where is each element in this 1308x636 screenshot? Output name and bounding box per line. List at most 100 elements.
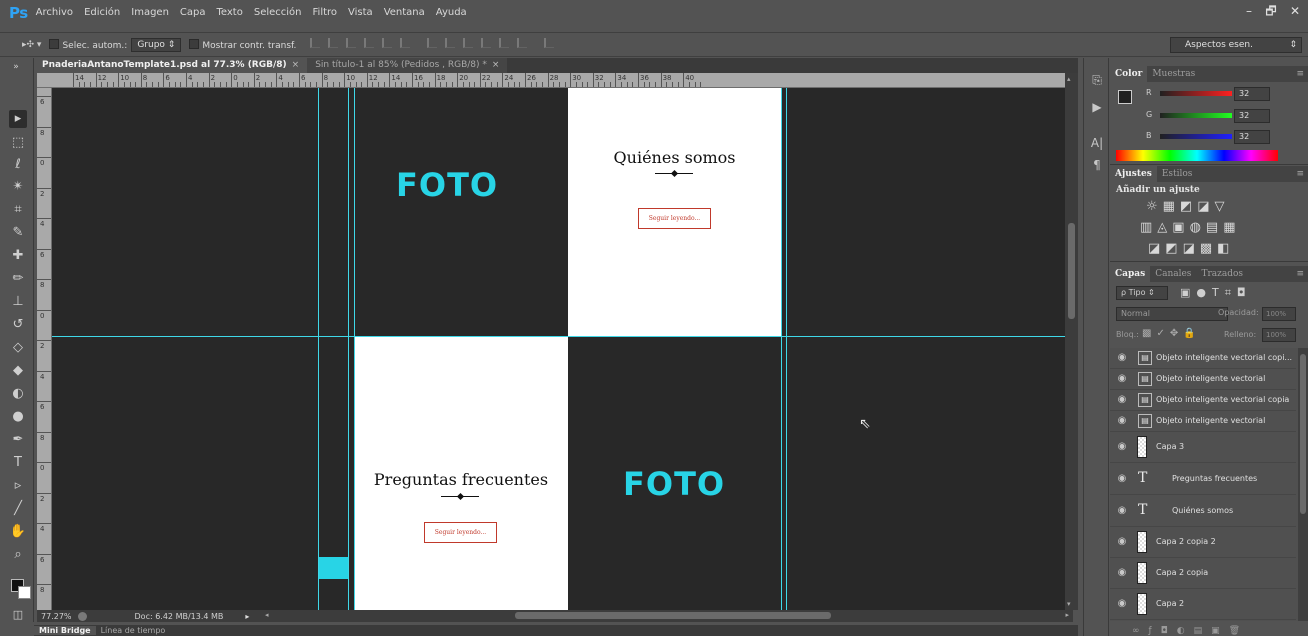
- eye-icon[interactable]: ◉: [1116, 415, 1128, 427]
- tab-layers[interactable]: Capas: [1110, 266, 1151, 282]
- menu-seleccion[interactable]: Selección: [254, 7, 302, 18]
- eye-icon[interactable]: ◉: [1116, 441, 1128, 453]
- tab-channels[interactable]: Canales: [1150, 269, 1196, 279]
- tab-mini-bridge[interactable]: Mini Bridge: [34, 626, 96, 635]
- show-transform-toggle[interactable]: Mostrar contr. transf.: [189, 38, 296, 51]
- pen-tool-icon[interactable]: ✒: [9, 431, 27, 449]
- blend-mode-dropdown[interactable]: Normal: [1116, 307, 1228, 321]
- layer-row[interactable]: ◉ ▤ Objeto inteligente vectorial: [1110, 369, 1296, 390]
- layer-row[interactable]: ◉ ▤ Objeto inteligente vectorial copia: [1110, 390, 1296, 411]
- menu-vista[interactable]: Vista: [348, 7, 373, 18]
- layer-row[interactable]: ◉ Capa 2 copia 2: [1110, 527, 1296, 558]
- eye-icon[interactable]: ◉: [1116, 373, 1128, 385]
- type-tool-icon[interactable]: T: [9, 454, 27, 472]
- scroll-right-icon[interactable]: ▸: [1065, 611, 1069, 619]
- scroll-up-icon[interactable]: ▴: [1067, 75, 1071, 83]
- vertical-scroll-thumb[interactable]: [1068, 223, 1075, 319]
- eyedropper-tool-icon[interactable]: ✎: [9, 224, 27, 242]
- eye-icon[interactable]: ◉: [1116, 394, 1128, 406]
- green-slider[interactable]: [1160, 113, 1232, 118]
- paint-bucket-tool-icon[interactable]: ◆: [9, 362, 27, 380]
- menu-ventana[interactable]: Ventana: [384, 7, 425, 18]
- distribute-hcenter-icon[interactable]: [499, 38, 510, 48]
- eye-icon[interactable]: ◉: [1116, 473, 1128, 485]
- collapse-toolbox-icon[interactable]: »: [7, 62, 25, 72]
- tab-color[interactable]: Color: [1110, 66, 1148, 82]
- auto-select-toggle[interactable]: Selec. autom.:: [49, 38, 127, 51]
- actions-panel-icon[interactable]: ▶: [1089, 100, 1105, 116]
- align-bottom-icon[interactable]: [346, 38, 357, 48]
- menu-ayuda[interactable]: Ayuda: [436, 7, 467, 18]
- history-brush-tool-icon[interactable]: ↺: [9, 316, 27, 334]
- eye-icon[interactable]: ◉: [1116, 598, 1128, 610]
- share-icon[interactable]: [77, 611, 87, 621]
- eye-icon[interactable]: ◉: [1116, 567, 1128, 579]
- menu-imagen[interactable]: Imagen: [131, 7, 169, 18]
- dodge-tool-icon[interactable]: ●: [9, 408, 27, 426]
- distribute-bottom-icon[interactable]: [463, 38, 474, 48]
- opacity-input[interactable]: 100%: [1262, 307, 1296, 321]
- layer-row[interactable]: ◉ ▤ Objeto inteligente vectorial: [1110, 411, 1296, 432]
- move-tool-icon[interactable]: ▸✣ ▾: [22, 40, 41, 50]
- move-tool-icon[interactable]: ▸: [9, 110, 27, 128]
- adjustment-icons-row-2[interactable]: ▥◬▣◍▤▦: [1140, 220, 1240, 235]
- layer-filter-icons[interactable]: ▣●T⌗◘: [1180, 286, 1252, 300]
- distribute-top-icon[interactable]: [427, 38, 438, 48]
- crop-tool-icon[interactable]: ⌗: [9, 201, 27, 219]
- color-spectrum-bar[interactable]: [1116, 150, 1278, 161]
- menu-capa[interactable]: Capa: [180, 7, 206, 18]
- foreground-color-swatch[interactable]: [1118, 90, 1132, 104]
- close-tab-icon[interactable]: ×: [492, 60, 500, 70]
- preguntas-read-more-button[interactable]: Seguir leyendo...: [424, 522, 497, 543]
- healing-brush-tool-icon[interactable]: ✚: [9, 247, 27, 265]
- eye-icon[interactable]: ◉: [1116, 352, 1128, 364]
- path-select-tool-icon[interactable]: ▹: [9, 477, 27, 495]
- zoom-level[interactable]: 77.27%: [41, 612, 72, 621]
- align-right-icon[interactable]: [400, 38, 411, 48]
- panel-menu-icon[interactable]: ≡: [1296, 269, 1304, 279]
- quick-mask-icon[interactable]: ◫: [9, 606, 27, 624]
- vertical-scrollbar[interactable]: ▴ ▾: [1065, 73, 1078, 610]
- layers-scroll-thumb[interactable]: [1300, 354, 1306, 514]
- auto-align-icon[interactable]: [544, 38, 555, 48]
- layer-row[interactable]: ◉ ▤ Objeto inteligente vectorial copi...: [1110, 348, 1296, 369]
- red-value-input[interactable]: 32: [1234, 87, 1270, 101]
- eye-icon[interactable]: ◉: [1116, 536, 1128, 548]
- layer-row[interactable]: ◉ Capa 3: [1110, 432, 1296, 463]
- menu-archivo[interactable]: Archivo: [36, 7, 73, 18]
- distribute-left-icon[interactable]: [481, 38, 492, 48]
- line-tool-icon[interactable]: ╱: [9, 500, 27, 518]
- tab-styles[interactable]: Estilos: [1157, 169, 1198, 179]
- panel-menu-icon[interactable]: ≡: [1296, 169, 1304, 179]
- quick-select-tool-icon[interactable]: ✴: [9, 178, 27, 196]
- panel-menu-icon[interactable]: ≡: [1296, 69, 1304, 79]
- tab-swatches[interactable]: Muestras: [1147, 69, 1200, 79]
- tab-document-2[interactable]: Sin título-1 al 85% (Pedidos , RGB/8) * ×: [307, 58, 508, 73]
- adjustment-icons-row-1[interactable]: ☼▦◩◪▽: [1146, 199, 1230, 214]
- red-slider[interactable]: [1160, 91, 1232, 96]
- fill-input[interactable]: 100%: [1262, 328, 1296, 342]
- status-menu-arrow-icon[interactable]: ▸: [245, 612, 249, 621]
- blur-tool-icon[interactable]: ◐: [9, 385, 27, 403]
- tab-document-1[interactable]: PnaderiaAntanoTemplate1.psd al 77.3% (RG…: [34, 58, 308, 73]
- layers-footer-icons[interactable]: ∞ƒ◘◐▤▣🗑: [1132, 626, 1249, 636]
- hand-tool-icon[interactable]: ✋: [9, 523, 27, 541]
- distribute-vcenter-icon[interactable]: [445, 38, 456, 48]
- zoom-tool-icon[interactable]: ⌕: [9, 546, 27, 564]
- character-panel-icon[interactable]: A|: [1089, 136, 1105, 152]
- menu-texto[interactable]: Texto: [217, 7, 243, 18]
- scroll-down-icon[interactable]: ▾: [1067, 600, 1071, 608]
- layer-row[interactable]: ◉ T Quiénes somos: [1110, 495, 1296, 527]
- brush-tool-icon[interactable]: ✏: [9, 270, 27, 288]
- background-color-swatch[interactable]: [18, 586, 31, 599]
- adjustment-icons-row-3[interactable]: ◪◩◪▩◧: [1148, 241, 1234, 256]
- blue-value-input[interactable]: 32: [1234, 130, 1270, 144]
- tab-paths[interactable]: Trazados: [1196, 269, 1248, 279]
- layer-row[interactable]: ◉ T Preguntas frecuentes: [1110, 463, 1296, 495]
- align-vcenter-icon[interactable]: [328, 38, 339, 48]
- close-tab-icon[interactable]: ×: [292, 60, 300, 70]
- minimize-button[interactable]: –: [1238, 3, 1260, 20]
- auto-select-dropdown[interactable]: Grupo ⇕: [131, 37, 182, 52]
- quienes-read-more-button[interactable]: Seguir leyendo...: [638, 208, 711, 229]
- blue-slider[interactable]: [1160, 134, 1232, 139]
